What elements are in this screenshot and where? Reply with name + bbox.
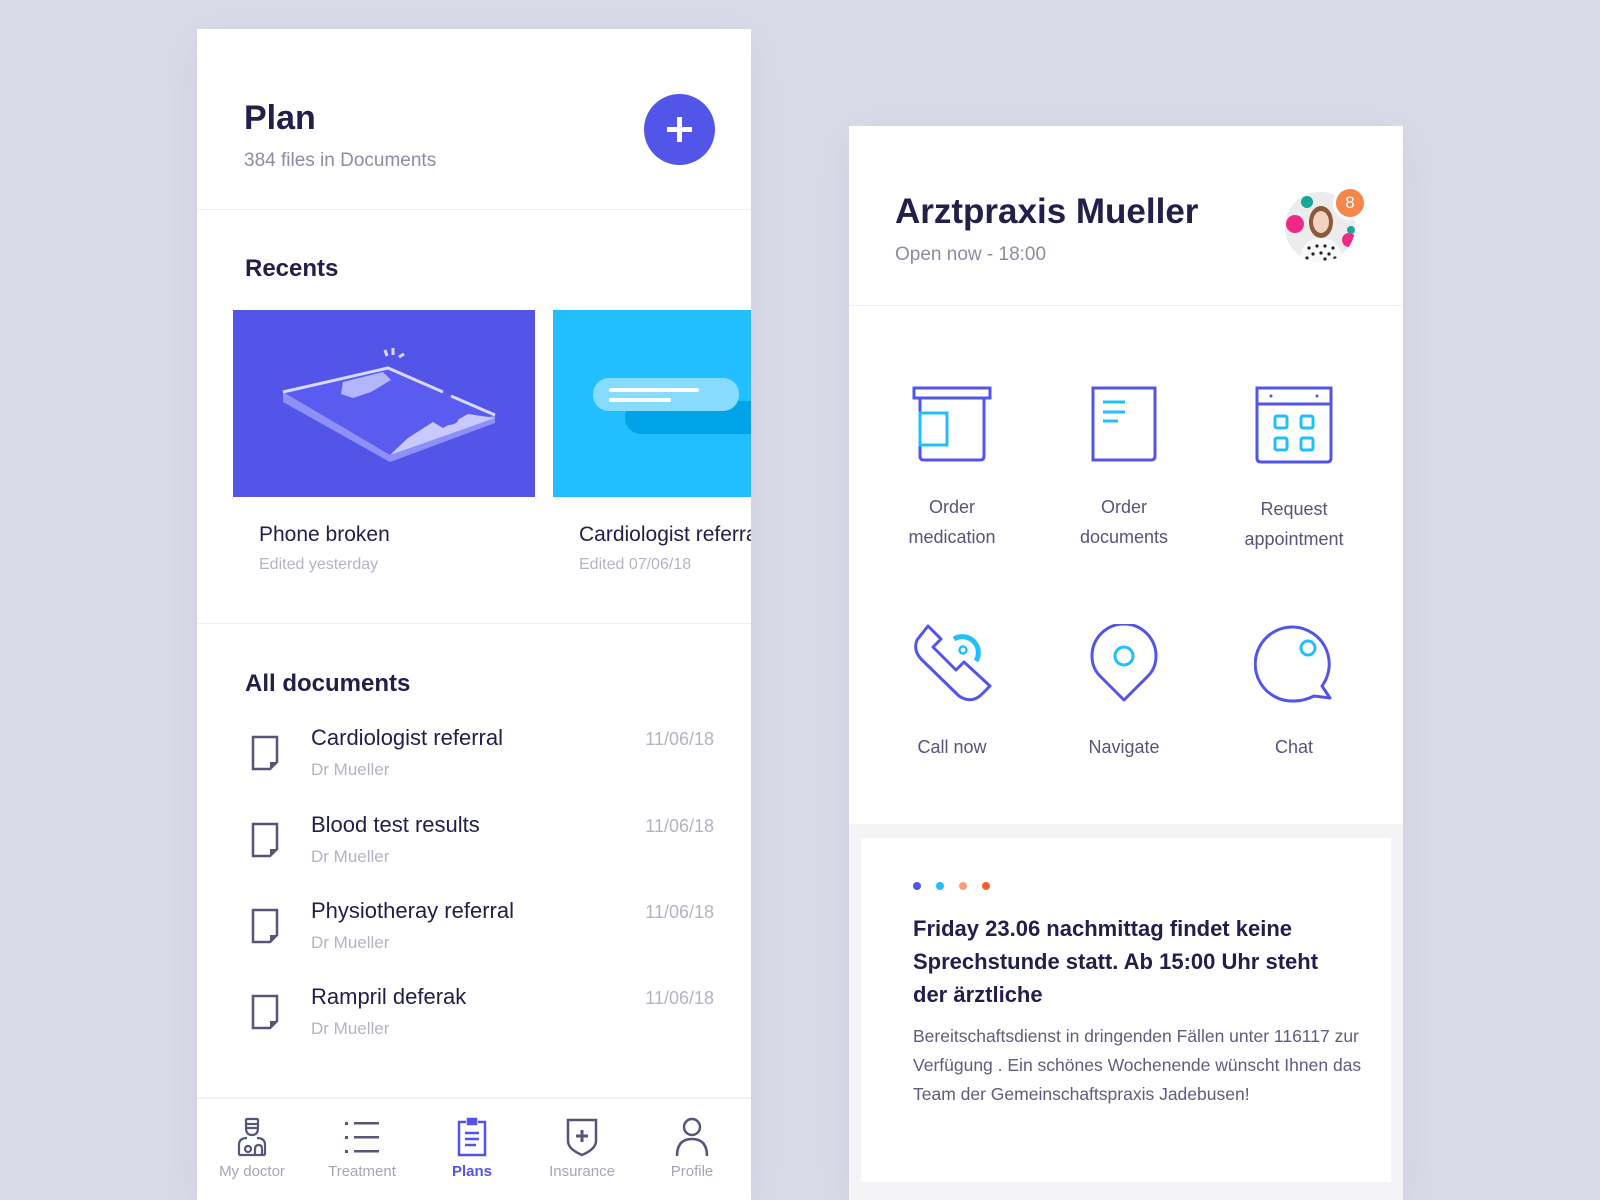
tab-label: Treatment (328, 1163, 396, 1180)
document-icon (251, 735, 279, 771)
tab-profile[interactable]: Profile (637, 1117, 747, 1180)
document-date: 11/06/18 (645, 729, 714, 749)
document-title: Rampril deferak (311, 984, 467, 1009)
document-row[interactable]: Physiotheray referral Dr Mueller 11/06/1… (197, 898, 751, 978)
header-divider (849, 305, 1403, 306)
dot (913, 882, 921, 890)
document-icon (251, 908, 279, 944)
plan-screen: Plan 384 files in Documents Recents Phon… (197, 29, 751, 1200)
action-label: Chat (1274, 737, 1314, 757)
action-label: Order medication (908, 497, 996, 547)
clipboard-icon (457, 1117, 487, 1157)
document-date: 11/06/18 (645, 988, 714, 1008)
section-divider (197, 623, 751, 624)
list-icon (345, 1122, 379, 1153)
phone-icon (914, 624, 992, 702)
document-title: Physiotheray referral (311, 898, 514, 923)
document-author: Dr Mueller (311, 1019, 390, 1038)
tab-label: Plans (451, 1163, 493, 1180)
doctor-icon (237, 1117, 267, 1157)
document-icon (251, 994, 279, 1030)
tab-my-doctor[interactable]: My doctor (197, 1117, 307, 1180)
add-button[interactable] (644, 94, 715, 165)
tab-plans[interactable]: Plans (417, 1117, 527, 1180)
recent-title: Cardiologist referral (579, 523, 751, 546)
action-label: Call now (917, 737, 987, 757)
opening-hours: Open now - 18:00 (895, 244, 1047, 265)
shield-plus-icon (566, 1118, 598, 1157)
chat-bubble-illustration (553, 310, 751, 497)
tab-treatment[interactable]: Treatment (307, 1117, 417, 1180)
order-documents-button[interactable]: Order documents (1039, 386, 1209, 552)
medication-jar-icon (912, 386, 992, 462)
calendar-icon (1255, 386, 1333, 464)
color-dots (913, 882, 990, 890)
all-documents-title: All documents (245, 670, 411, 697)
document-icon (251, 822, 279, 858)
document-row[interactable]: Blood test results Dr Mueller 11/06/18 (197, 812, 751, 892)
file-count: 384 files in Documents (244, 150, 437, 171)
page-title: Plan (244, 99, 316, 137)
recents-title: Recents (245, 255, 339, 282)
notice-card[interactable]: Friday 23.06 nachmittag findet keine Spr… (861, 838, 1391, 1182)
document-date: 11/06/18 (645, 902, 714, 922)
document-title: Blood test results (311, 812, 480, 837)
notice-title: Friday 23.06 nachmittag findet keine Spr… (913, 916, 1319, 1007)
document-row[interactable]: Cardiologist referral Dr Mueller 11/06/1… (197, 725, 751, 805)
header-divider (197, 209, 751, 210)
recent-subtitle: Edited 07/06/18 (579, 556, 692, 573)
recent-title: Phone broken (259, 523, 390, 546)
notification-badge: 8 (1333, 186, 1367, 220)
dot (936, 882, 944, 890)
document-row[interactable]: Rampril deferak Dr Mueller 11/06/18 (197, 984, 751, 1064)
document-date: 11/06/18 (645, 816, 714, 836)
document-author: Dr Mueller (311, 760, 390, 779)
broken-phone-illustration (233, 310, 535, 497)
recent-subtitle: Edited yesterday (259, 556, 379, 573)
tab-bar: My doctor Treatment Plans Insurance Prof… (197, 1097, 751, 1200)
navigate-button[interactable]: Navigate (1039, 624, 1209, 762)
dot (982, 882, 990, 890)
call-now-button[interactable]: Call now (867, 624, 1037, 762)
document-icon (1091, 386, 1157, 462)
tab-label: Insurance (549, 1163, 615, 1180)
chat-bubble-icon (1254, 625, 1332, 703)
notice-section: Friday 23.06 nachmittag findet keine Spr… (849, 824, 1403, 1200)
chat-button[interactable]: Chat (1209, 624, 1379, 762)
document-author: Dr Mueller (311, 847, 390, 866)
action-label: Request appointment (1244, 499, 1344, 549)
action-label: Order documents (1079, 497, 1169, 547)
action-label: Navigate (1088, 737, 1160, 757)
tab-label: My doctor (219, 1163, 285, 1180)
order-medication-button[interactable]: Order medication (867, 386, 1037, 552)
notice-body: Bereitschaftsdienst in dringenden Fällen… (913, 1026, 1362, 1104)
practice-name: Arztpraxis Mueller (895, 192, 1199, 231)
map-pin-icon (1090, 624, 1158, 702)
recent-card[interactable]: Phone broken Edited yesterday (233, 310, 535, 573)
person-icon (675, 1117, 709, 1157)
tab-label: Profile (670, 1163, 714, 1180)
practice-screen: Arztpraxis Mueller Open now - 18:00 8 Or… (849, 126, 1403, 1200)
request-appointment-button[interactable]: Request appointment (1209, 386, 1379, 554)
document-author: Dr Mueller (311, 933, 390, 952)
dot (959, 882, 967, 890)
document-title: Cardiologist referral (311, 725, 503, 750)
tab-insurance[interactable]: Insurance (527, 1117, 637, 1180)
recent-card[interactable]: Cardiologist referral Edited 07/06/18 (553, 310, 751, 573)
plus-icon (667, 117, 692, 142)
